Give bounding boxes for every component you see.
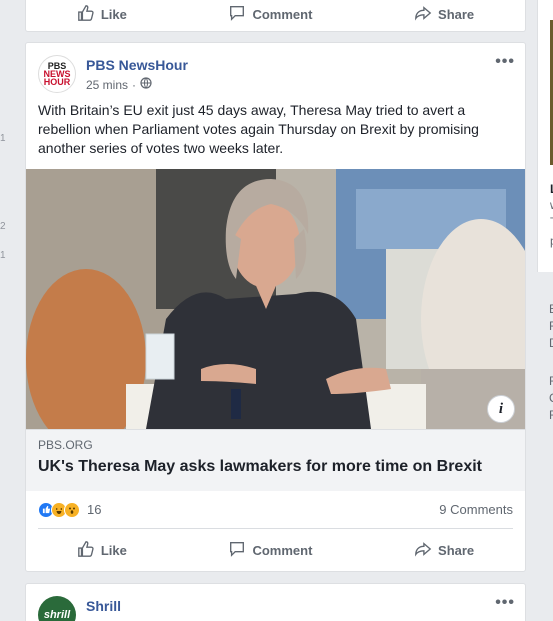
comment-button[interactable]: Comment <box>210 4 330 25</box>
info-button[interactable]: i <box>487 395 515 423</box>
next-post-author[interactable]: Shrill <box>86 598 121 614</box>
like-label: Like <box>100 542 127 558</box>
thumbs-up-icon <box>77 4 95 25</box>
next-post-card: shrill Shrill ••• <box>25 583 526 621</box>
author-name[interactable]: PBS NewsHour <box>86 57 188 73</box>
comment-button[interactable]: Comment <box>210 540 330 561</box>
right-card: L w T p <box>537 0 553 272</box>
avatar-text: HOUR <box>43 77 71 87</box>
shrill-avatar[interactable]: shrill <box>38 596 76 621</box>
comment-label: Comment <box>252 542 313 558</box>
more-options-icon[interactable]: ••• <box>495 594 515 612</box>
gutter-number: 2 <box>0 221 6 232</box>
share-icon <box>414 540 432 561</box>
link-preview[interactable]: PBS.ORG UK's Theresa May asks lawmakers … <box>26 429 525 491</box>
comments-count-link[interactable]: 9 Comments <box>439 502 513 517</box>
right-card-letter: E <box>549 302 553 316</box>
post-header: PBS NEWS HOUR PBS NewsHour 25 mins · ••• <box>26 43 525 101</box>
globe-icon <box>140 77 152 92</box>
thumbs-up-icon <box>77 540 95 561</box>
like-button[interactable]: Like <box>59 540 145 561</box>
reaction-count: 16 <box>87 502 102 517</box>
separator-dot: · <box>132 77 137 92</box>
post-time[interactable]: 25 mins <box>86 78 128 92</box>
previous-post-actions: Like Comment Share <box>26 0 525 34</box>
like-label: Like <box>100 6 127 22</box>
more-options-icon[interactable]: ••• <box>495 53 515 71</box>
link-title[interactable]: UK's Theresa May asks lawmakers for more… <box>38 458 513 476</box>
article-photo[interactable]: i <box>26 169 525 429</box>
share-button[interactable]: Share <box>396 540 492 561</box>
right-card-letter: F <box>549 319 553 333</box>
share-icon <box>414 4 432 25</box>
post-actions: Like Comment Share <box>26 530 525 570</box>
right-card-letter: F <box>549 408 553 422</box>
share-button[interactable]: Share <box>396 4 492 25</box>
reaction-summary[interactable]: 16 <box>38 501 102 518</box>
right-card-letter: C <box>549 391 553 405</box>
photo-illustration <box>26 169 525 429</box>
right-column: L w T p E F D F C F <box>537 0 553 621</box>
news-post-card: PBS NEWS HOUR PBS NewsHour 25 mins · •••… <box>25 42 526 572</box>
post-meta: 25 mins · <box>86 77 152 92</box>
right-card-letter: D <box>549 336 553 350</box>
like-button[interactable]: Like <box>59 4 145 25</box>
share-label: Share <box>438 6 475 22</box>
comment-label: Comment <box>252 6 313 22</box>
gutter-number: 1 <box>0 250 6 261</box>
comment-icon <box>228 540 246 561</box>
wow-reaction-icon <box>64 501 80 518</box>
author-avatar[interactable]: PBS NEWS HOUR <box>38 55 76 93</box>
post-text: With Britain’s EU exit just 45 days away… <box>38 102 479 156</box>
gutter-number: 1 <box>0 133 6 144</box>
share-label: Share <box>438 542 475 558</box>
reactions-bar: 16 9 Comments <box>38 491 513 529</box>
comment-icon <box>228 4 246 25</box>
link-domain: PBS.ORG <box>38 438 93 452</box>
right-card-letter: F <box>549 374 553 388</box>
previous-post-card: Like Comment Share <box>25 0 526 32</box>
